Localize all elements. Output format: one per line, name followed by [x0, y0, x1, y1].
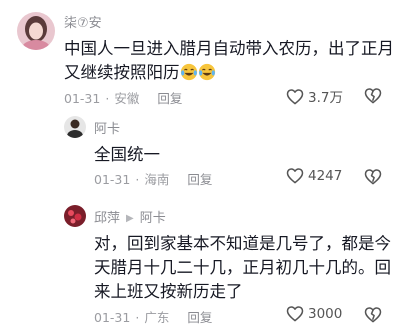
like-count: 3.7万 [308, 90, 343, 106]
comment-date: 01-31 [64, 91, 101, 106]
comment-meta: 01-31 · 安徽 回复 [64, 91, 183, 106]
reply-text: 对，回到家基本不知道是几号了，都是今 天腊月十几二十几，正月初几十几的。回 来上… [94, 232, 391, 304]
like-button[interactable]: 3000 [286, 305, 342, 322]
comment-username[interactable]: 柒⑦安 [64, 12, 102, 31]
reply-meta: 01-31 · 海南 回复 [94, 172, 213, 187]
heart-icon [286, 88, 304, 104]
like-button[interactable]: 3.7万 [286, 86, 343, 106]
avatar[interactable] [17, 12, 55, 50]
reply-button[interactable]: 回复 [187, 172, 212, 187]
heart-icon [286, 168, 304, 184]
reply-text-line: 对，回到家基本不知道是几号了，都是今 [94, 234, 391, 253]
reply-username[interactable]: 邱萍 [94, 211, 120, 226]
comment-location: 广东 [144, 310, 170, 325]
avatar[interactable] [64, 205, 86, 227]
comment-text-line: 又继续按照阳历 [64, 61, 394, 85]
comment-text: 中国人一旦进入腊月自动带入农历，出了正月 又继续按照阳历 [64, 37, 394, 85]
reply-username: 邱萍 ▶ 阿卡 [94, 207, 166, 226]
reply-meta: 01-31 · 广东 回复 [94, 310, 213, 325]
comment-date: 01-31 [94, 172, 131, 187]
laughing-tears-emoji [180, 63, 197, 81]
like-count: 4247 [308, 167, 343, 184]
reply-username[interactable]: 阿卡 [94, 118, 120, 137]
broken-heart-icon[interactable] [364, 87, 382, 104]
reply-to-username[interactable]: 阿卡 [140, 211, 166, 226]
comment-date: 01-31 [94, 310, 131, 325]
comment-text-line: 中国人一旦进入腊月自动带入农历，出了正月 [64, 39, 394, 58]
reply-to-arrow-icon: ▶ [126, 213, 134, 224]
comment-location: 安徽 [114, 91, 140, 106]
reply-button[interactable]: 回复 [187, 310, 212, 325]
comment-location: 海南 [144, 172, 170, 187]
reply-button[interactable]: 回复 [157, 91, 182, 106]
reply-text-line: 来上班又按新历走了 [94, 282, 243, 301]
avatar[interactable] [64, 116, 86, 138]
broken-heart-icon[interactable] [364, 306, 382, 323]
like-count: 3000 [308, 305, 343, 322]
reply-text-line: 天腊月十几二十几，正月初几十几的。回 [94, 258, 391, 277]
heart-icon [286, 306, 304, 322]
reply-text: 全国统一 [94, 145, 160, 164]
laughing-tears-emoji [198, 63, 215, 81]
like-button[interactable]: 4247 [286, 167, 342, 184]
broken-heart-icon[interactable] [364, 168, 382, 185]
